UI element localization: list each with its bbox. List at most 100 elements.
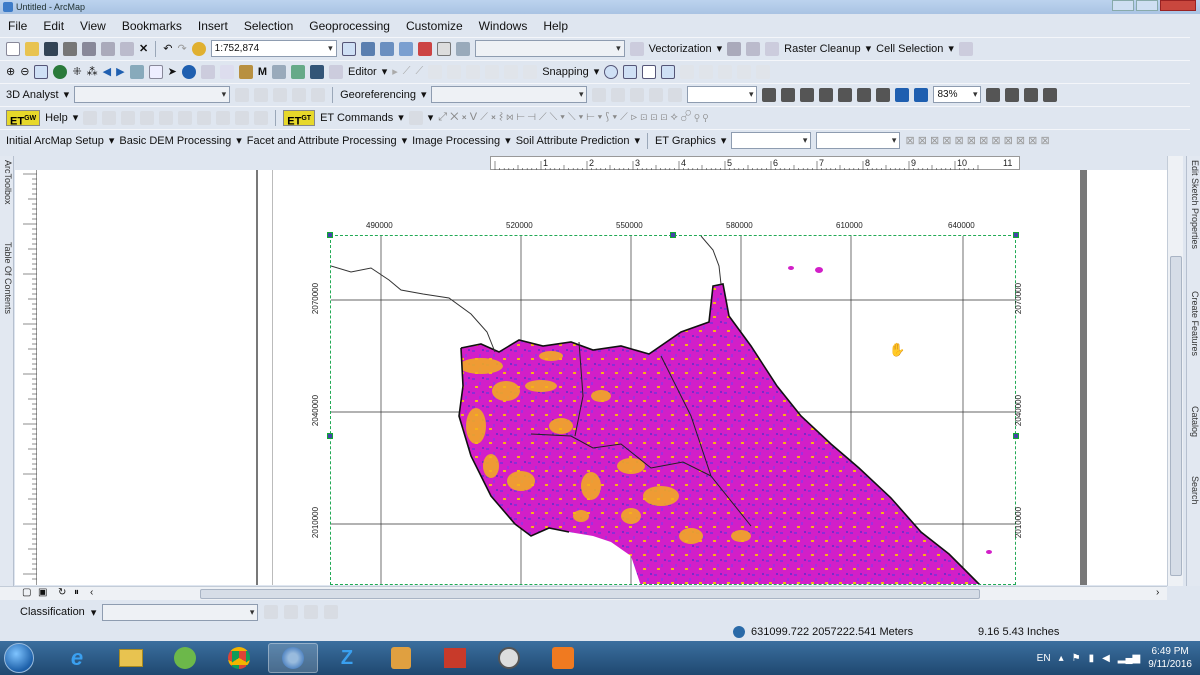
- layout-fixed-zoom-in-icon[interactable]: [857, 87, 872, 102]
- interpolate-line-icon[interactable]: [292, 87, 307, 102]
- redo-icon[interactable]: ↷: [177, 42, 186, 55]
- vertex-snapping-icon[interactable]: [642, 64, 657, 79]
- sample-manager-icon[interactable]: [284, 605, 299, 619]
- layer-combo[interactable]: [474, 40, 625, 57]
- classification-menu[interactable]: Classification: [20, 606, 85, 618]
- initial-arcmap-setup-menu[interactable]: Initial ArcMap Setup: [6, 135, 104, 147]
- data-view-button[interactable]: ▢: [22, 587, 31, 598]
- vertical-scroll-thumb[interactable]: [1170, 256, 1182, 576]
- et-commands-menu[interactable]: ET Commands: [320, 112, 393, 124]
- edit-tool-icon[interactable]: ▸: [392, 65, 398, 78]
- chevron-down-icon[interactable]: ▾: [594, 65, 600, 78]
- classify-icon[interactable]: [304, 605, 319, 619]
- editor-menu[interactable]: Editor: [348, 66, 377, 78]
- fixed-zoom-in-icon[interactable]: ⁜: [72, 65, 81, 78]
- topology-icon[interactable]: [680, 64, 695, 79]
- et-edit-tools-icon[interactable]: ⤢ ✕ ⨯ V ⟋ ⨯ ⌇ ⋈ ⊢ ⊣ ⟋ ⟍ ▾ ⟍ ▾ ⊢ ▾ ⟆ ▾ ⟋ …: [438, 111, 708, 124]
- soil-attribute-prediction-menu[interactable]: Soil Attribute Prediction: [516, 135, 630, 147]
- chevron-down-icon[interactable]: ▾: [109, 134, 115, 147]
- model-builder-icon[interactable]: [455, 41, 470, 56]
- et-tool-6-icon[interactable]: [178, 110, 193, 125]
- delete-icon[interactable]: ✕: [139, 42, 148, 55]
- selection-handle-e[interactable]: [1013, 433, 1019, 439]
- map-scale-combo[interactable]: 1:752,874: [210, 40, 337, 57]
- zoom-100-icon[interactable]: [838, 87, 853, 102]
- minimize-button[interactable]: [1112, 0, 1134, 11]
- facet-attribute-processing-menu[interactable]: Facet and Attribute Processing: [247, 135, 397, 147]
- app-button-10[interactable]: [538, 643, 588, 673]
- flag-icon[interactable]: ⚑: [1072, 653, 1081, 664]
- menu-view[interactable]: View: [78, 18, 108, 34]
- change-layout-icon[interactable]: [1024, 87, 1039, 102]
- raster-cleanup-menu[interactable]: Raster Cleanup: [784, 43, 860, 55]
- chevron-down-icon[interactable]: ▾: [948, 42, 954, 55]
- chevron-down-icon[interactable]: ▾: [717, 42, 723, 55]
- snapping-menu[interactable]: Snapping: [542, 66, 589, 78]
- edge-snapping-icon[interactable]: [661, 64, 676, 79]
- menu-customize[interactable]: Customize: [404, 18, 465, 34]
- view-link-icon[interactable]: [668, 87, 683, 102]
- georeferencing-menu[interactable]: Georeferencing: [340, 89, 416, 101]
- et-tool-10-icon[interactable]: [254, 110, 269, 125]
- shift-icon[interactable]: [611, 87, 626, 102]
- network-icon[interactable]: ▮: [1089, 653, 1095, 664]
- layout-zoom-combo[interactable]: 83%: [933, 86, 982, 103]
- ie-button[interactable]: e: [52, 643, 102, 673]
- hyperlink-icon[interactable]: [200, 64, 215, 79]
- control-points-icon[interactable]: [630, 87, 645, 102]
- chevron-down-icon[interactable]: ▾: [236, 134, 242, 147]
- vectorization-menu[interactable]: Vectorization: [649, 43, 712, 55]
- search-window-icon[interactable]: [398, 41, 413, 56]
- editor-toolbar-icon[interactable]: [341, 41, 356, 56]
- copy-icon[interactable]: [101, 41, 115, 56]
- clear-selection-icon[interactable]: [148, 64, 163, 79]
- python-window-icon[interactable]: [436, 41, 451, 56]
- et-tool-5-icon[interactable]: [159, 110, 174, 125]
- split-tool-icon[interactable]: [447, 64, 462, 79]
- selection-handle-n[interactable]: [670, 232, 676, 238]
- menu-edit[interactable]: Edit: [41, 18, 66, 34]
- training-sample-icon[interactable]: [264, 605, 279, 619]
- app-button-7[interactable]: [376, 643, 426, 673]
- select-cells-icon[interactable]: [958, 41, 973, 56]
- arctoolbox-icon[interactable]: [417, 41, 432, 56]
- layout-fixed-zoom-out-icon[interactable]: [876, 87, 891, 102]
- georef-layer-combo[interactable]: [431, 86, 588, 103]
- brush-icon[interactable]: [765, 41, 780, 56]
- chevron-down-icon[interactable]: ▾: [421, 88, 427, 101]
- advanced-edit-icon[interactable]: [737, 64, 752, 79]
- menu-help[interactable]: Help: [541, 18, 570, 34]
- profile-graph-icon[interactable]: [311, 87, 326, 102]
- edit-sketch-properties-tab[interactable]: Edit Sketch Properties: [1188, 160, 1200, 249]
- scroll-left-icon[interactable]: ‹: [90, 587, 93, 598]
- select-features-icon[interactable]: [129, 64, 144, 79]
- select-elements-icon[interactable]: ➤: [168, 65, 177, 78]
- forward-arrow-icon[interactable]: ▶: [116, 65, 124, 78]
- 3d-layer-combo[interactable]: [74, 86, 231, 103]
- start-button[interactable]: [4, 643, 34, 673]
- menu-bookmarks[interactable]: Bookmarks: [120, 18, 184, 34]
- table-of-contents-icon[interactable]: [360, 41, 375, 56]
- vectorization-settings-icon[interactable]: [629, 41, 644, 56]
- html-popup-icon[interactable]: [219, 64, 234, 79]
- chevron-down-icon[interactable]: ▾: [428, 111, 434, 124]
- undo-icon[interactable]: ↶: [163, 42, 172, 55]
- et-gw-logo[interactable]: ETGW: [6, 109, 41, 127]
- language-indicator[interactable]: EN: [1037, 653, 1051, 664]
- next-extent-icon[interactable]: [914, 87, 929, 102]
- et-graphics-combo-2[interactable]: [816, 132, 901, 149]
- chevron-down-icon[interactable]: ▾: [382, 65, 388, 78]
- vectorization-tool-icon[interactable]: [727, 41, 742, 56]
- time-slider-icon[interactable]: [309, 64, 324, 79]
- catalog-tab[interactable]: Catalog: [1188, 406, 1200, 437]
- et-graphics-menu[interactable]: ET Graphics: [655, 135, 716, 147]
- focus-data-frame-icon[interactable]: [1005, 87, 1020, 102]
- interactive-classify-icon[interactable]: [324, 605, 339, 619]
- data-frame[interactable]: ✋: [330, 235, 1016, 585]
- cut-icon[interactable]: [82, 41, 96, 56]
- et-draw-icon[interactable]: [408, 110, 423, 125]
- et-help-menu[interactable]: Help: [45, 112, 68, 124]
- data-driven-pages-icon[interactable]: [1043, 87, 1058, 102]
- layout-view-button[interactable]: ▣: [38, 587, 47, 598]
- back-arrow-icon[interactable]: ◀: [103, 65, 111, 78]
